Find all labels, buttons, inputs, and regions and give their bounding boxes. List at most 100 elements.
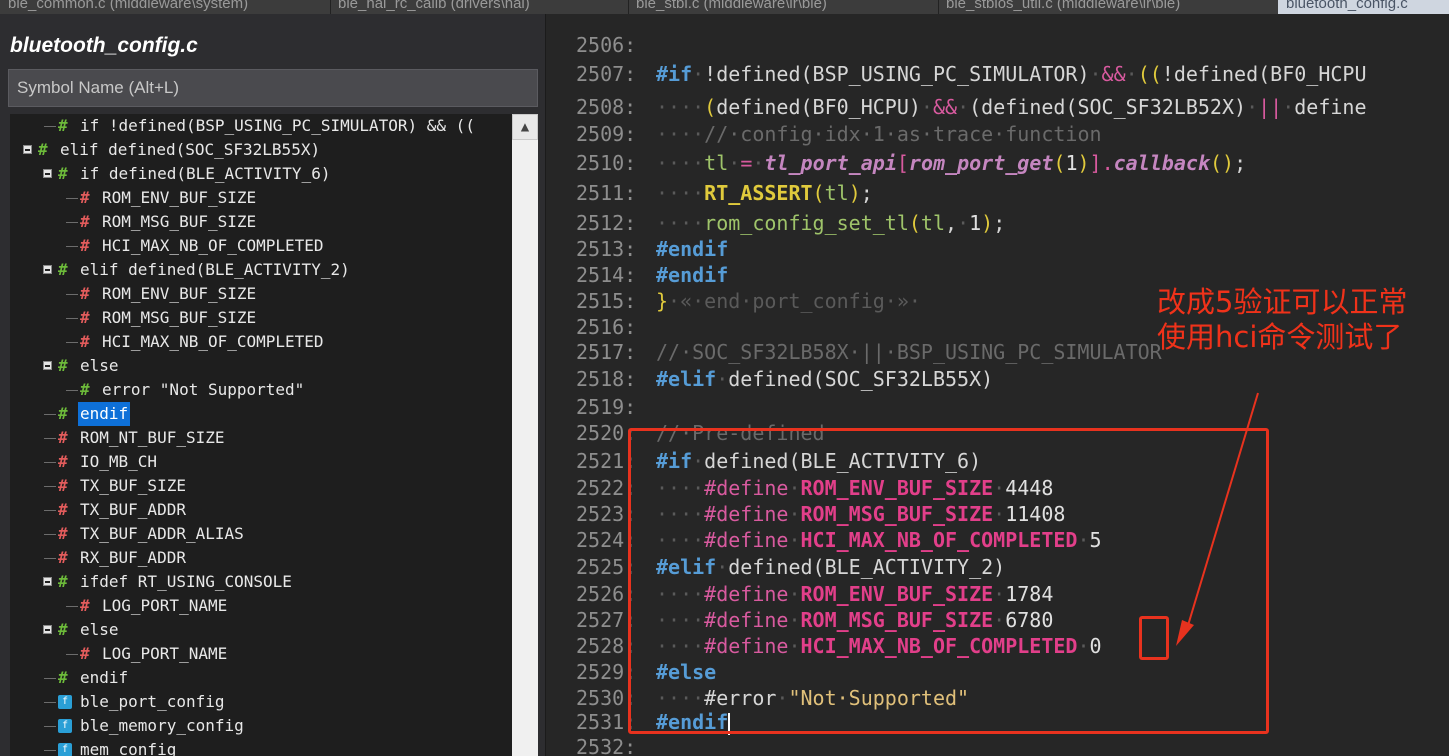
editor-tab[interactable]: ble_hal_rc_calib (drivers\hal) [330,0,629,14]
tree-item[interactable]: f mem_config [10,738,512,756]
code-token: (defined(SOC_SF32LB52X) [969,95,1247,119]
tree-item-label: else [80,356,119,375]
code-token: //·SOC_SF32LB58X·||·BSP_USING_PC_SIMULAT… [656,340,1162,364]
tree-connector [44,126,56,127]
code-token: && [1101,62,1126,86]
collapse-toggle-icon[interactable] [43,625,52,634]
code-line[interactable]: 2518: #elif·defined(SOC_SF32LB55X) [546,366,1449,392]
tree-item[interactable]: # LOG_PORT_NAME [10,642,512,666]
tree-item[interactable]: # elif defined(SOC_SF32LB55X) [10,138,512,162]
code-line[interactable]: 2509: ····//·config·idx·1·as·trace·functi… [546,121,1449,147]
annotation-highlight-box [628,428,1269,734]
tree-item[interactable]: # endif [10,666,512,690]
code-token: #endif [656,263,729,287]
tree-item[interactable]: # elif defined(BLE_ACTIVITY_2) [10,258,512,282]
tree-connector [44,462,56,463]
code-token: ) [981,211,994,235]
tree-item[interactable]: # error "Not Supported" [10,378,512,402]
editor-tab[interactable]: ble_stbi.c (middleware\ir\ble) [628,0,939,14]
tree-item-label: if !defined(BSP_USING_PC_SIMULATOR) && (… [80,116,475,135]
preprocessor-icon: # [58,620,68,639]
tree-item[interactable]: # if !defined(BSP_USING_PC_SIMULATOR) && … [10,114,512,138]
code-text: ····tl·=·tl_port_api[rom_port_get(1)].ca… [656,150,1246,176]
line-number: 2508: [576,95,637,119]
code-token: · [728,151,741,175]
collapse-toggle-icon[interactable] [43,577,52,586]
define-icon: # [80,332,90,351]
code-line[interactable]: 2507: #if·!defined(BSP_USING_PC_SIMULATOR… [546,61,1449,87]
collapse-toggle-icon[interactable] [43,265,52,274]
code-line[interactable]: 2513: #endif [546,236,1449,262]
annotation-value-box [1139,616,1169,660]
code-token: #elif [656,367,717,391]
code-token: 1 [1065,151,1078,175]
define-icon: # [80,236,90,255]
tree-item-label: ROM_ENV_BUF_SIZE [102,284,257,303]
code-line[interactable]: 2508: ····(defined(BF0_HCPU)·&&·(defined(… [546,94,1449,120]
line-number: 2507: [576,62,637,86]
define-icon: # [80,284,90,303]
tree-item-label: if defined(BLE_ACTIVITY_6) [80,164,331,183]
tree-scrollbar[interactable]: ▲ [512,114,538,756]
line-number: 2510: [576,151,637,175]
define-icon: # [58,524,68,543]
tree-item-label: HCI_MAX_NB_OF_COMPLETED [102,332,324,351]
tree-item[interactable]: # endif [10,402,512,426]
tree-item[interactable]: # IO_MB_CH [10,450,512,474]
symbol-search-input[interactable] [8,69,538,107]
tree-item[interactable]: f ble_memory_config [10,714,512,738]
code-line[interactable]: 2519: [546,394,1449,420]
collapse-toggle-icon[interactable] [23,145,32,154]
tree-item[interactable]: # HCI_MAX_NB_OF_COMPLETED [10,234,512,258]
code-line[interactable]: 2511: ····RT_ASSERT(tl); [546,180,1449,206]
code-token: tl [704,151,729,175]
collapse-toggle-icon[interactable] [43,169,52,178]
tree-item[interactable]: # TX_BUF_SIZE [10,474,512,498]
code-token: tl_port_api [764,151,897,175]
editor-tab[interactable]: bluetooth_config.c [1278,0,1449,14]
tree-item-label: LOG_PORT_NAME [102,644,228,663]
tree-connector [44,702,56,703]
tree-item[interactable]: # RX_BUF_ADDR [10,546,512,570]
tree-item[interactable]: # else [10,354,512,378]
tree-item[interactable]: # ROM_ENV_BUF_SIZE [10,282,512,306]
code-token: [ [896,151,909,175]
collapse-toggle-icon[interactable] [43,361,52,370]
code-token: BSP_USING_PC_SIMULATOR) [812,62,1090,86]
code-token: (( [1137,62,1162,86]
tree-item[interactable]: # if defined(BLE_ACTIVITY_6) [10,162,512,186]
tree-item[interactable]: # HCI_MAX_NB_OF_COMPLETED [10,330,512,354]
code-line[interactable]: 2510: ····tl·=·tl_port_api[rom_port_get(1… [546,150,1449,176]
tree-item-label: mem_config [80,740,177,756]
tree-item[interactable]: # TX_BUF_ADDR [10,498,512,522]
tree-item[interactable]: # TX_BUF_ADDR_ALIAS [10,522,512,546]
tree-item[interactable]: # ROM_MSG_BUF_SIZE [10,210,512,234]
tree-item[interactable]: # ifdef RT_USING_CONSOLE [10,570,512,594]
tree-item-label: endif [80,668,129,687]
editor-tab[interactable]: ble_common.c (middleware\system) [0,0,331,14]
tree-item-label: ble_memory_config [80,716,244,735]
tree-item[interactable]: # ROM_NT_BUF_SIZE [10,426,512,450]
code-token: ] [1089,151,1102,175]
tree-item-label: TX_BUF_ADDR [80,500,186,519]
editor-tab[interactable]: ble_stbios_util.c (middleware\ir\ble) [938,0,1279,14]
code-line[interactable]: 2532: [546,734,1449,756]
define-icon: # [80,212,90,231]
code-text: ····(defined(BF0_HCPU)·&&·(defined(SOC_S… [656,94,1367,120]
tree-connector [44,438,56,439]
tree-item[interactable]: # ROM_ENV_BUF_SIZE [10,186,512,210]
tree-item-label: elif defined(SOC_SF32LB55X) [60,140,321,159]
code-line[interactable]: 2506: [546,32,1449,58]
scroll-up-arrow-icon[interactable]: ▲ [512,114,538,140]
code-line[interactable]: 2512: ····rom_config_set_tl(tl,·1); [546,210,1449,236]
tree-item[interactable]: # ROM_MSG_BUF_SIZE [10,306,512,330]
tree-item[interactable]: f ble_port_config [10,690,512,714]
code-token: 1 [969,211,982,235]
tree-item[interactable]: # else [10,618,512,642]
tree-connector [44,678,56,679]
tree-item[interactable]: # LOG_PORT_NAME [10,594,512,618]
code-token: · [957,95,970,119]
code-token: ( [812,181,825,205]
code-token: · [957,211,970,235]
code-token: ···· [656,211,705,235]
